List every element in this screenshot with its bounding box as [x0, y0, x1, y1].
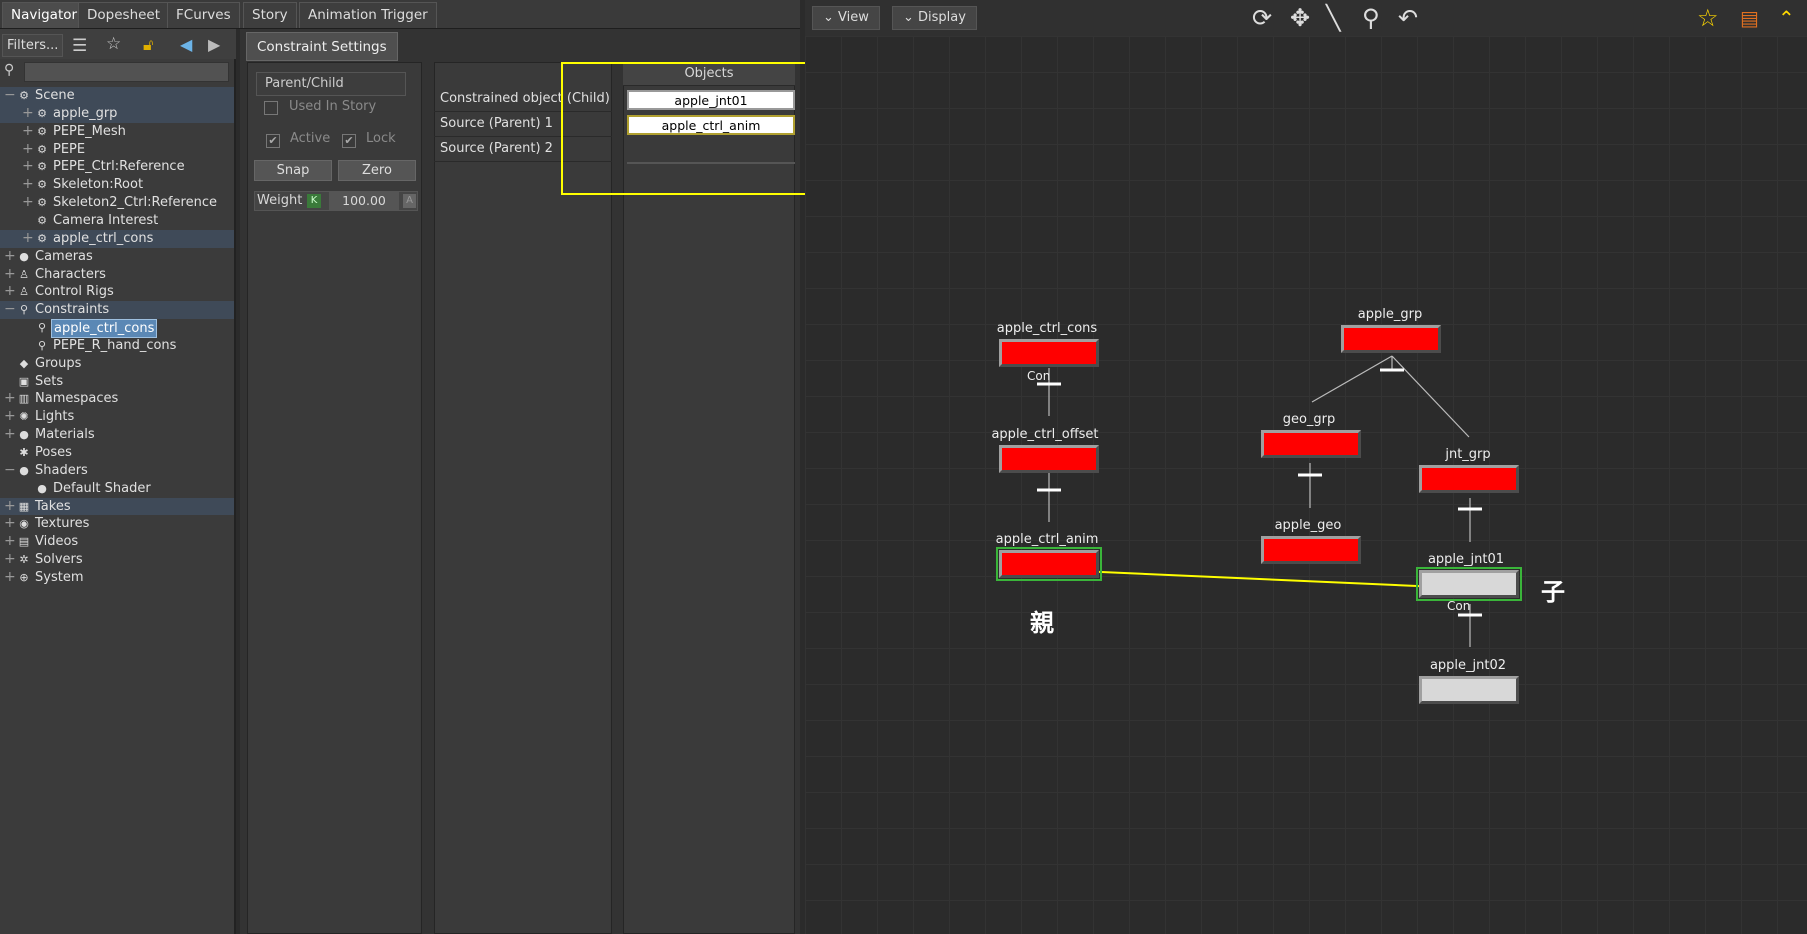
node-label-apple-ctrl-offset: apple_ctrl_offset	[991, 427, 1099, 442]
node-geo-grp[interactable]	[1261, 430, 1361, 458]
node-label-jnt-grp: jnt_grp	[1445, 447, 1491, 462]
node-apple-jnt02[interactable]	[1419, 676, 1519, 704]
connector-line	[1391, 355, 1470, 438]
node-apple-geo[interactable]	[1261, 536, 1361, 564]
node-label-apple-grp: apple_grp	[1357, 307, 1423, 322]
node-apple-grp[interactable]	[1341, 325, 1441, 353]
node-jnt-grp[interactable]	[1419, 465, 1519, 493]
node-label-apple-geo: apple_geo	[1274, 518, 1342, 533]
node-label-geo-grp: geo_grp	[1282, 412, 1336, 427]
schematic-connections	[1037, 355, 1482, 647]
parent-annotation: 親	[1030, 609, 1054, 637]
con-label: Con	[1027, 369, 1051, 383]
connector-line	[1311, 355, 1393, 403]
node-label-apple-jnt02: apple_jnt02	[1429, 658, 1507, 673]
node-apple-ctrl-offset[interactable]	[999, 445, 1099, 473]
parent-child-arrow	[1055, 569, 1463, 589]
node-apple-jnt01[interactable]	[1416, 567, 1522, 601]
node-apple-ctrl-cons[interactable]	[999, 339, 1099, 367]
child-annotation: 子	[1541, 578, 1565, 606]
node-apple-ctrl-anim[interactable]	[996, 547, 1102, 581]
node-label-apple-jnt01: apple_jnt01	[1427, 552, 1505, 567]
node-label-apple-ctrl-anim: apple_ctrl_anim	[995, 532, 1099, 547]
con-label: Con	[1447, 599, 1471, 613]
node-label-apple-ctrl-cons: apple_ctrl_cons	[996, 321, 1098, 336]
